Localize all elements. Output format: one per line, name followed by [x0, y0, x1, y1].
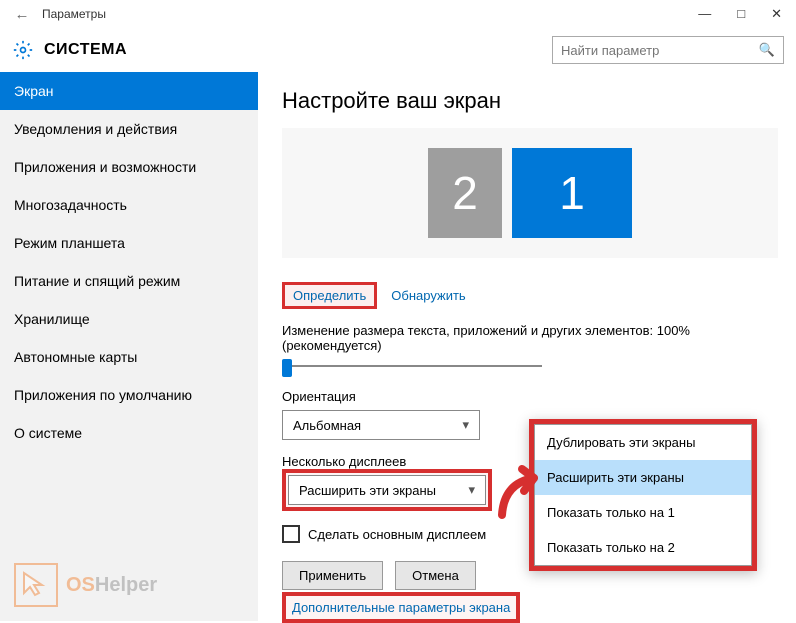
multiple-displays-popup: Дублировать эти экраны Расширить эти экр… — [529, 419, 757, 571]
detect-link[interactable]: Обнаружить — [391, 288, 465, 303]
popup-item-show1[interactable]: Показать только на 1 — [535, 495, 751, 530]
make-primary-label: Сделать основным дисплеем — [308, 527, 486, 542]
chevron-down-icon: ▾ — [468, 482, 475, 498]
slider-track — [282, 365, 542, 367]
watermark: OSHelper — [14, 563, 157, 607]
sidebar-item-storage[interactable]: Хранилище — [0, 300, 258, 338]
minimize-button[interactable]: — — [698, 6, 711, 22]
page-title: Настройте ваш экран — [282, 88, 778, 114]
cancel-button[interactable]: Отмена — [395, 561, 476, 590]
popup-item-show2[interactable]: Показать только на 2 — [535, 530, 751, 565]
header: СИСТЕМА 🔍 — [0, 28, 796, 72]
search-input[interactable] — [561, 43, 759, 58]
close-button[interactable]: ✕ — [771, 6, 782, 22]
orientation-value: Альбомная — [293, 418, 361, 433]
watermark-text: OSHelper — [66, 574, 157, 597]
popup-inner: Дублировать эти экраны Расширить эти экр… — [534, 424, 752, 566]
make-primary-checkbox[interactable] — [282, 525, 300, 543]
sidebar-item-power[interactable]: Питание и спящий режим — [0, 262, 258, 300]
gear-icon — [12, 39, 34, 61]
highlight-advanced: Дополнительные параметры экрана — [282, 592, 520, 623]
titlebar: ← Параметры — □ ✕ — [0, 0, 796, 28]
scale-label: Изменение размера текста, приложений и д… — [282, 323, 778, 353]
orientation-dropdown[interactable]: Альбомная ▾ — [282, 410, 480, 440]
search-icon: 🔍 — [759, 42, 775, 58]
search-box[interactable]: 🔍 — [552, 36, 784, 64]
highlight-identify: Определить — [282, 282, 377, 309]
sidebar-item-about[interactable]: О системе — [0, 414, 258, 452]
window-title: Параметры — [42, 7, 106, 21]
sidebar-item-apps[interactable]: Приложения и возможности — [0, 148, 258, 186]
monitor-preview: 2 1 — [282, 128, 778, 258]
sidebar-item-tablet[interactable]: Режим планшета — [0, 224, 258, 262]
orientation-label: Ориентация — [282, 389, 778, 404]
monitor-2[interactable]: 2 — [428, 148, 502, 238]
advanced-link-row: Дополнительные параметры экрана — [282, 600, 520, 615]
watermark-logo — [14, 563, 58, 607]
scale-slider[interactable] — [282, 357, 542, 375]
multiple-displays-dropdown[interactable]: Расширить эти экраны ▾ — [288, 475, 486, 505]
popup-item-duplicate[interactable]: Дублировать эти экраны — [535, 425, 751, 460]
sidebar-item-multitasking[interactable]: Многозадачность — [0, 186, 258, 224]
header-title: СИСТЕМА — [44, 41, 127, 59]
monitor-1[interactable]: 1 — [512, 148, 632, 238]
identify-link[interactable]: Определить — [293, 288, 366, 303]
sidebar-item-display[interactable]: Экран — [0, 72, 258, 110]
window-controls: — □ ✕ — [698, 6, 788, 22]
sidebar-item-maps[interactable]: Автономные карты — [0, 338, 258, 376]
sidebar-item-default-apps[interactable]: Приложения по умолчанию — [0, 376, 258, 414]
chevron-down-icon: ▾ — [462, 417, 469, 433]
cursor-icon — [22, 571, 48, 597]
highlight-multiple-dropdown: Расширить эти экраны ▾ — [282, 469, 492, 511]
advanced-display-link[interactable]: Дополнительные параметры экрана — [292, 600, 510, 615]
sidebar-item-notifications[interactable]: Уведомления и действия — [0, 110, 258, 148]
identify-detect-row: Определить Обнаружить — [282, 282, 778, 309]
slider-thumb[interactable] — [282, 359, 292, 377]
popup-item-extend[interactable]: Расширить эти экраны — [535, 460, 751, 495]
multiple-displays-value: Расширить эти экраны — [299, 483, 436, 498]
sidebar: Экран Уведомления и действия Приложения … — [0, 72, 258, 621]
apply-button[interactable]: Применить — [282, 561, 383, 590]
back-button[interactable]: ← — [8, 6, 36, 23]
maximize-button[interactable]: □ — [737, 6, 745, 22]
